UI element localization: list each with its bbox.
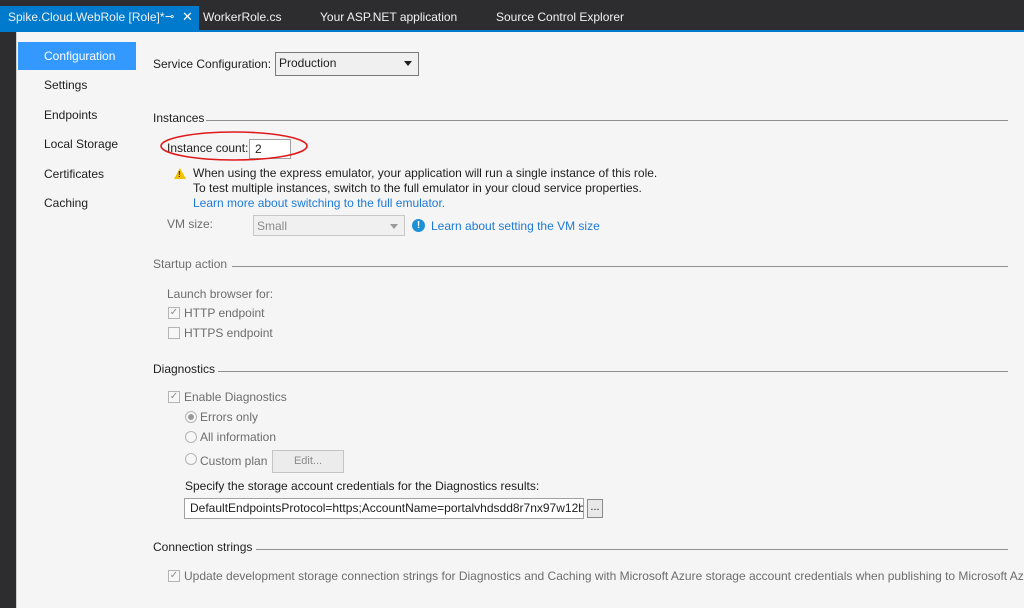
storage-credentials-label: Specify the storage account credentials … bbox=[185, 479, 540, 493]
all-information-radio[interactable] bbox=[185, 431, 197, 443]
all-information-label: All information bbox=[200, 430, 277, 444]
warning-line-1: When using the express emulator, your ap… bbox=[193, 166, 658, 180]
nav-item-local-storage[interactable]: Local Storage bbox=[18, 130, 136, 158]
connection-strings-heading: Connection strings bbox=[153, 540, 253, 554]
vm-size-dropdown[interactable]: Small bbox=[253, 215, 405, 236]
storage-credentials-input[interactable]: DefaultEndpointsProtocol=https;AccountNa… bbox=[184, 498, 584, 519]
document-tab-strip: Spike.Cloud.WebRole [Role]* ⊸ ✕ WorkerRo… bbox=[0, 0, 1024, 32]
browse-credentials-button[interactable]: ... bbox=[587, 499, 603, 518]
errors-only-radio[interactable] bbox=[185, 411, 197, 423]
learn-vm-size-link[interactable]: Learn about setting the VM size bbox=[431, 219, 600, 233]
service-config-value: Production bbox=[279, 56, 337, 70]
vm-size-value: Small bbox=[257, 219, 288, 233]
enable-diagnostics-checkbox[interactable]: ✓ bbox=[168, 391, 180, 403]
close-icon[interactable]: ✕ bbox=[182, 6, 193, 28]
update-connection-strings-label: Update development storage connection st… bbox=[184, 569, 1024, 583]
errors-only-label: Errors only bbox=[200, 410, 259, 424]
tab-source-control-explorer[interactable]: Source Control Explorer bbox=[496, 6, 624, 30]
nav-item-settings[interactable]: Settings bbox=[18, 71, 136, 99]
info-icon: ! bbox=[412, 219, 425, 232]
custom-plan-radio[interactable] bbox=[185, 453, 197, 465]
tab-aspnet-application[interactable]: Your ASP.NET application bbox=[320, 6, 457, 30]
instances-divider bbox=[206, 120, 1008, 121]
tab-webrole-label: Spike.Cloud.WebRole [Role]* bbox=[8, 10, 165, 24]
instances-heading: Instances bbox=[153, 111, 205, 125]
tab-workerrole[interactable]: WorkerRole.cs bbox=[203, 6, 281, 30]
chevron-down-icon bbox=[404, 61, 412, 66]
warning-line-2: To test multiple instances, switch to th… bbox=[193, 181, 642, 195]
https-endpoint-label: HTTPS endpoint bbox=[184, 326, 273, 340]
custom-plan-label: Custom plan bbox=[200, 454, 268, 468]
edit-plan-button[interactable]: Edit... bbox=[272, 450, 344, 473]
startup-divider bbox=[232, 266, 1008, 267]
vm-size-label: VM size: bbox=[167, 217, 214, 231]
service-config-dropdown[interactable]: Production bbox=[275, 52, 419, 76]
diagnostics-divider bbox=[218, 371, 1008, 372]
startup-action-heading: Startup action bbox=[153, 257, 228, 271]
nav-item-configuration[interactable]: Configuration bbox=[18, 42, 136, 70]
update-connection-strings-checkbox[interactable]: ✓ bbox=[168, 570, 180, 582]
launch-browser-label: Launch browser for: bbox=[167, 287, 274, 301]
http-endpoint-label: HTTP endpoint bbox=[184, 306, 265, 320]
pin-icon[interactable]: ⊸ bbox=[165, 6, 174, 28]
role-designer-nav: Configuration Settings Endpoints Local S… bbox=[16, 40, 136, 608]
service-config-label: Service Configuration: bbox=[153, 57, 272, 71]
instance-count-label: Instance count: bbox=[167, 141, 249, 155]
https-endpoint-checkbox[interactable] bbox=[168, 327, 180, 339]
chevron-down-icon bbox=[390, 224, 398, 229]
configuration-page: Service Configuration: Production Instan… bbox=[138, 32, 1024, 608]
instance-count-input[interactable]: 2 bbox=[249, 139, 291, 159]
nav-item-endpoints[interactable]: Endpoints bbox=[18, 101, 136, 129]
learn-full-emulator-link[interactable]: Learn more about switching to the full e… bbox=[193, 196, 445, 210]
http-endpoint-checkbox[interactable]: ✓ bbox=[168, 307, 180, 319]
connection-strings-divider bbox=[256, 549, 1008, 550]
nav-item-certificates[interactable]: Certificates bbox=[18, 160, 136, 188]
tab-webrole[interactable]: Spike.Cloud.WebRole [Role]* ⊸ ✕ bbox=[0, 6, 199, 30]
enable-diagnostics-label: Enable Diagnostics bbox=[184, 390, 287, 404]
nav-item-caching[interactable]: Caching bbox=[18, 189, 136, 217]
diagnostics-heading: Diagnostics bbox=[153, 362, 216, 376]
warning-icon: ! bbox=[174, 168, 186, 179]
